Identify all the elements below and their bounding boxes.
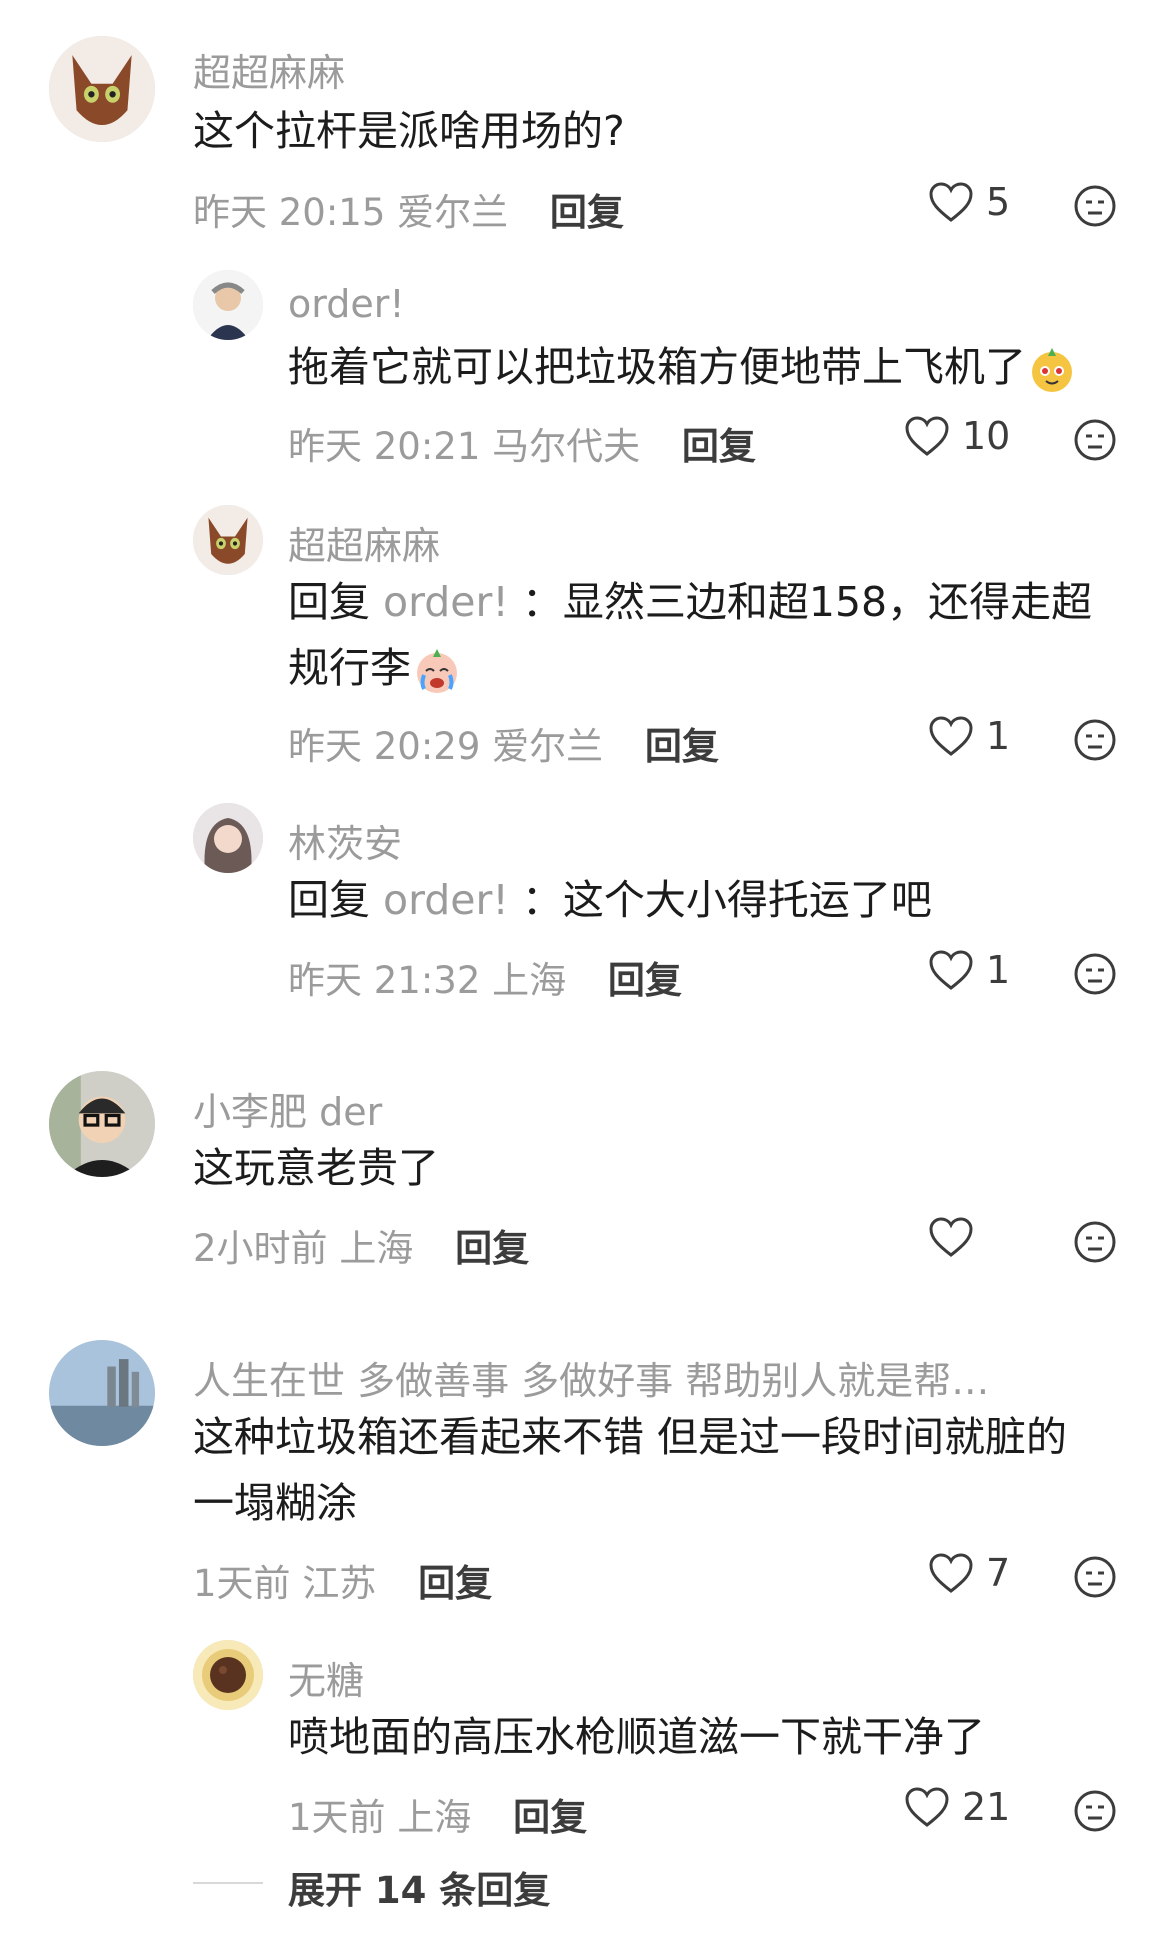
- meh-face-icon: [1074, 719, 1116, 761]
- heart-outline-icon: [905, 1787, 949, 1827]
- comment-time: 2小时前: [193, 1227, 328, 1270]
- comment-meta: 昨天 20:29 爱尔兰 回复: [288, 716, 719, 770]
- like-count: 5: [986, 180, 1011, 224]
- like-button[interactable]: [928, 1216, 986, 1258]
- comment-author[interactable]: 超超麻麻: [288, 515, 440, 570]
- like-count: 1: [986, 948, 1011, 992]
- comment-meta: 昨天 20:15 爱尔兰 回复: [193, 182, 624, 236]
- comment-text: 回复 order! ：这个大小得托运了吧: [288, 876, 932, 924]
- comment-text-line-2: 一塌糊涂: [193, 1479, 357, 1527]
- dislike-button[interactable]: [1073, 952, 1117, 996]
- dislike-button[interactable]: [1073, 418, 1117, 462]
- comment-author[interactable]: 超超麻麻: [193, 42, 345, 97]
- comment-time: 昨天 21:32: [288, 959, 481, 1002]
- like-button[interactable]: 7: [928, 1551, 1010, 1595]
- expand-divider: [193, 1882, 263, 1884]
- dislike-button[interactable]: [1073, 1555, 1117, 1599]
- meh-face-icon: [1074, 419, 1116, 461]
- comment-meta: 2小时前 上海 回复: [193, 1218, 529, 1272]
- like-button[interactable]: 10: [904, 414, 1010, 458]
- like-count: 21: [962, 1785, 1011, 1829]
- comment-author[interactable]: 无糖: [288, 1650, 364, 1705]
- reply-button[interactable]: 回复: [682, 425, 756, 468]
- comment-author[interactable]: 人生在世 多做善事 多做好事 帮助别人就是帮…: [193, 1350, 989, 1405]
- heart-outline-icon: [929, 182, 973, 222]
- comment-location: 爱尔兰: [492, 725, 604, 768]
- avatar[interactable]: [193, 1640, 263, 1710]
- comment-text: 这玩意老贵了: [193, 1144, 439, 1192]
- reply-button[interactable]: 回复: [645, 725, 719, 768]
- comment-meta: 昨天 20:21 马尔代夫 回复: [288, 416, 756, 470]
- like-count: 7: [986, 1551, 1011, 1595]
- avatar[interactable]: [49, 36, 155, 142]
- comment-location: 上海: [339, 1227, 414, 1270]
- heart-outline-icon: [929, 1553, 973, 1593]
- comment-text: 这种垃圾箱还看起来不错 但是过一段时间就脏的: [193, 1413, 1068, 1461]
- mention-link[interactable]: order!: [383, 578, 509, 626]
- avatar[interactable]: [49, 1340, 155, 1446]
- comment-time: 1天前: [288, 1796, 386, 1839]
- crying-emoji-icon: [411, 645, 463, 697]
- comment-location: 上海: [397, 1796, 472, 1839]
- dislike-button[interactable]: [1073, 1220, 1117, 1264]
- reply-button[interactable]: 回复: [513, 1796, 587, 1839]
- avatar[interactable]: [193, 270, 263, 340]
- dislike-button[interactable]: [1073, 184, 1117, 228]
- dislike-button[interactable]: [1073, 718, 1117, 762]
- like-button[interactable]: 1: [928, 948, 1010, 992]
- meh-face-icon: [1074, 953, 1116, 995]
- comment-text-line-2: 规行李: [288, 635, 463, 701]
- comment-meta: 昨天 21:32 上海 回复: [288, 950, 682, 1004]
- meh-face-icon: [1074, 185, 1116, 227]
- expand-replies-button[interactable]: 展开 14 条回复: [288, 1860, 550, 1914]
- dislike-button[interactable]: [1073, 1789, 1117, 1833]
- comment-text: 喷地面的高压水枪顺道滋一下就干净了: [288, 1713, 985, 1761]
- like-button[interactable]: 21: [904, 1785, 1010, 1829]
- comment-time: 1天前: [193, 1562, 291, 1605]
- like-button[interactable]: 5: [928, 180, 1010, 224]
- reply-button[interactable]: 回复: [418, 1562, 492, 1605]
- comment-location: 爱尔兰: [397, 191, 509, 234]
- comment-time: 昨天 20:21: [288, 425, 481, 468]
- comment-time: 昨天 20:15: [193, 191, 386, 234]
- mention-link[interactable]: order!: [383, 876, 509, 924]
- reply-button[interactable]: 回复: [550, 191, 624, 234]
- reply-button[interactable]: 回复: [608, 959, 682, 1002]
- heart-outline-icon: [929, 716, 973, 756]
- comment-meta: 1天前 江苏 回复: [193, 1553, 492, 1607]
- comment-author[interactable]: 林茨安: [288, 813, 402, 868]
- avatar[interactable]: [193, 803, 263, 873]
- comment-author[interactable]: order!: [288, 282, 405, 326]
- comment-text: 回复 order! ：显然三边和超158，还得走超: [288, 578, 1093, 626]
- heart-outline-icon: [929, 950, 973, 990]
- reply-button[interactable]: 回复: [455, 1227, 529, 1270]
- comment-text: 拖着它就可以把垃圾箱方便地带上飞机了: [288, 334, 1078, 400]
- comment-author[interactable]: 小李肥 der: [193, 1081, 382, 1136]
- avatar[interactable]: [193, 505, 263, 575]
- comment-location: 马尔代夫: [492, 425, 641, 468]
- meh-face-icon: [1074, 1221, 1116, 1263]
- avatar[interactable]: [49, 1071, 155, 1177]
- heart-outline-icon: [905, 416, 949, 456]
- meh-face-icon: [1074, 1556, 1116, 1598]
- comment-meta: 1天前 上海 回复: [288, 1787, 587, 1841]
- comment-location: 江苏: [302, 1562, 377, 1605]
- comment-location: 上海: [492, 959, 567, 1002]
- like-count: 1: [986, 714, 1011, 758]
- comment-text: 这个拉杆是派啥用场的?: [193, 107, 625, 155]
- comment-time: 昨天 20:29: [288, 725, 481, 768]
- like-count: 10: [962, 414, 1011, 458]
- meh-face-icon: [1074, 1790, 1116, 1832]
- heart-outline-icon: [929, 1217, 973, 1257]
- smile-emoji-icon: [1026, 344, 1078, 396]
- like-button[interactable]: 1: [928, 714, 1010, 758]
